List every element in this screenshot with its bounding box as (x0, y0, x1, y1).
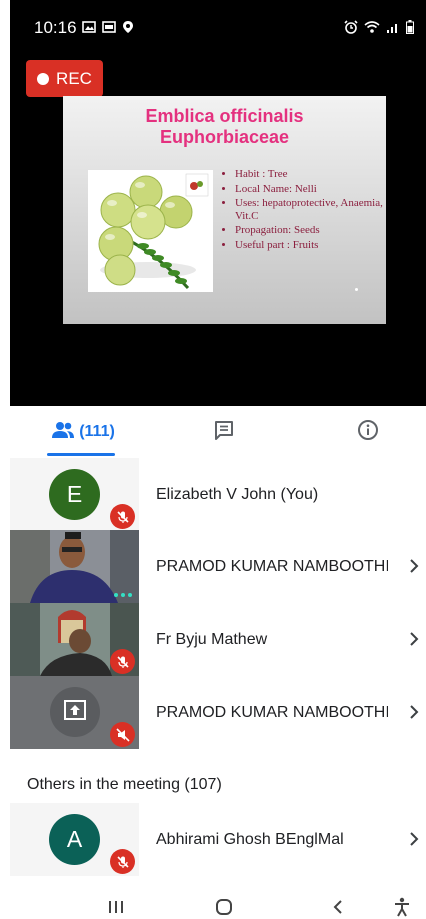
others-section-title: Others in the meeting (107) (27, 776, 222, 793)
participant-name: Abhirami Ghosh BEnglMal (156, 831, 344, 848)
mic-off-icon (110, 849, 135, 874)
mic-off-icon (110, 504, 135, 529)
info-icon (357, 419, 379, 446)
participant-row[interactable]: Fr Byju Mathew (10, 603, 426, 676)
speaking-indicator-icon (114, 593, 132, 597)
system-nav-bar (10, 889, 426, 919)
location-icon (122, 20, 134, 39)
slide-title-line2: Euphorbiaceae (159, 127, 290, 147)
slide-title: Emblica officinalis Euphorbiaceae (63, 106, 386, 148)
slide-cursor (355, 288, 358, 291)
alarm-icon (344, 20, 358, 39)
chevron-right-icon[interactable] (408, 830, 420, 848)
slide-bullet: Propagation: Seeds (235, 224, 395, 237)
avatar-letter: A (66, 826, 83, 852)
active-tab-indicator (47, 453, 115, 456)
mic-off-icon (110, 649, 135, 674)
avatar-letter: E (66, 481, 83, 507)
participant-name: PRAMOD KUMAR NAMBOOTHI... (156, 704, 388, 721)
participant-name: Elizabeth V John (You) (156, 486, 319, 503)
slide-bullet: Uses: hepatoprotective, Anaemia, Vit.C (235, 197, 395, 222)
meet-app: 10:16 REC Emblica officinalis Euphorbiac… (10, 0, 426, 919)
battery-icon (406, 20, 414, 39)
slide-bullet: Local Name: Nelli (235, 183, 395, 196)
slide-bullet-list: Habit : Tree Local Name: Nelli Uses: hep… (223, 168, 395, 253)
people-count: (111) (79, 423, 115, 440)
accessibility-icon[interactable] (384, 895, 420, 919)
signal-icon (386, 20, 400, 39)
participant-row[interactable]: A Abhirami Ghosh BEnglMal (10, 803, 426, 876)
present-screen-icon (64, 699, 86, 725)
photo-icon (102, 20, 116, 39)
avatar: A (49, 814, 100, 865)
panel-tabs: (111) (10, 406, 426, 459)
record-dot-icon (37, 72, 50, 85)
chevron-right-icon[interactable] (408, 703, 420, 721)
tab-people[interactable]: (111) (43, 406, 123, 458)
presentation-slide: Emblica officinalis Euphorbiaceae • Habi… (63, 96, 386, 324)
recent-apps-icon[interactable] (98, 895, 134, 919)
home-icon[interactable] (206, 895, 242, 919)
participant-video-tile (10, 530, 139, 603)
main-video-stage[interactable]: 10:16 REC Emblica officinalis Euphorbiac… (10, 0, 426, 406)
chevron-right-icon[interactable] (408, 557, 420, 575)
slide-bullet: Useful part : Fruits (235, 239, 395, 252)
tab-info[interactable] (350, 406, 386, 458)
recording-indicator: REC (26, 60, 103, 97)
slide-bullet: Habit : Tree (235, 168, 395, 181)
back-icon[interactable] (320, 895, 356, 919)
people-icon (51, 421, 75, 444)
status-time: 10:16 (34, 18, 77, 37)
participant-row[interactable]: E Elizabeth V John (You) (10, 458, 426, 531)
participant-name: PRAMOD KUMAR NAMBOOTHI... (156, 558, 388, 575)
chevron-right-icon[interactable] (408, 630, 420, 648)
fruit-photo (88, 170, 213, 292)
chat-icon (213, 419, 235, 446)
participant-video-tile (10, 603, 139, 676)
status-bar: 10:16 (10, 0, 426, 52)
recording-label: REC (56, 68, 92, 88)
participant-tile: A (10, 803, 139, 876)
slide-title-line1: Emblica officinalis (145, 106, 304, 126)
participant-tile: E (10, 458, 139, 531)
gallery-icon (82, 20, 96, 39)
presentation-tile (10, 676, 139, 749)
tab-chat[interactable] (206, 406, 242, 458)
presenting-avatar (50, 687, 100, 737)
participant-row[interactable]: PRAMOD KUMAR NAMBOOTHI... (10, 530, 426, 603)
wifi-icon (364, 20, 380, 39)
participant-name: Fr Byju Mathew (156, 631, 268, 648)
participant-row[interactable]: PRAMOD KUMAR NAMBOOTHI... (10, 676, 426, 749)
volume-off-icon (110, 722, 135, 747)
avatar: E (49, 469, 100, 520)
